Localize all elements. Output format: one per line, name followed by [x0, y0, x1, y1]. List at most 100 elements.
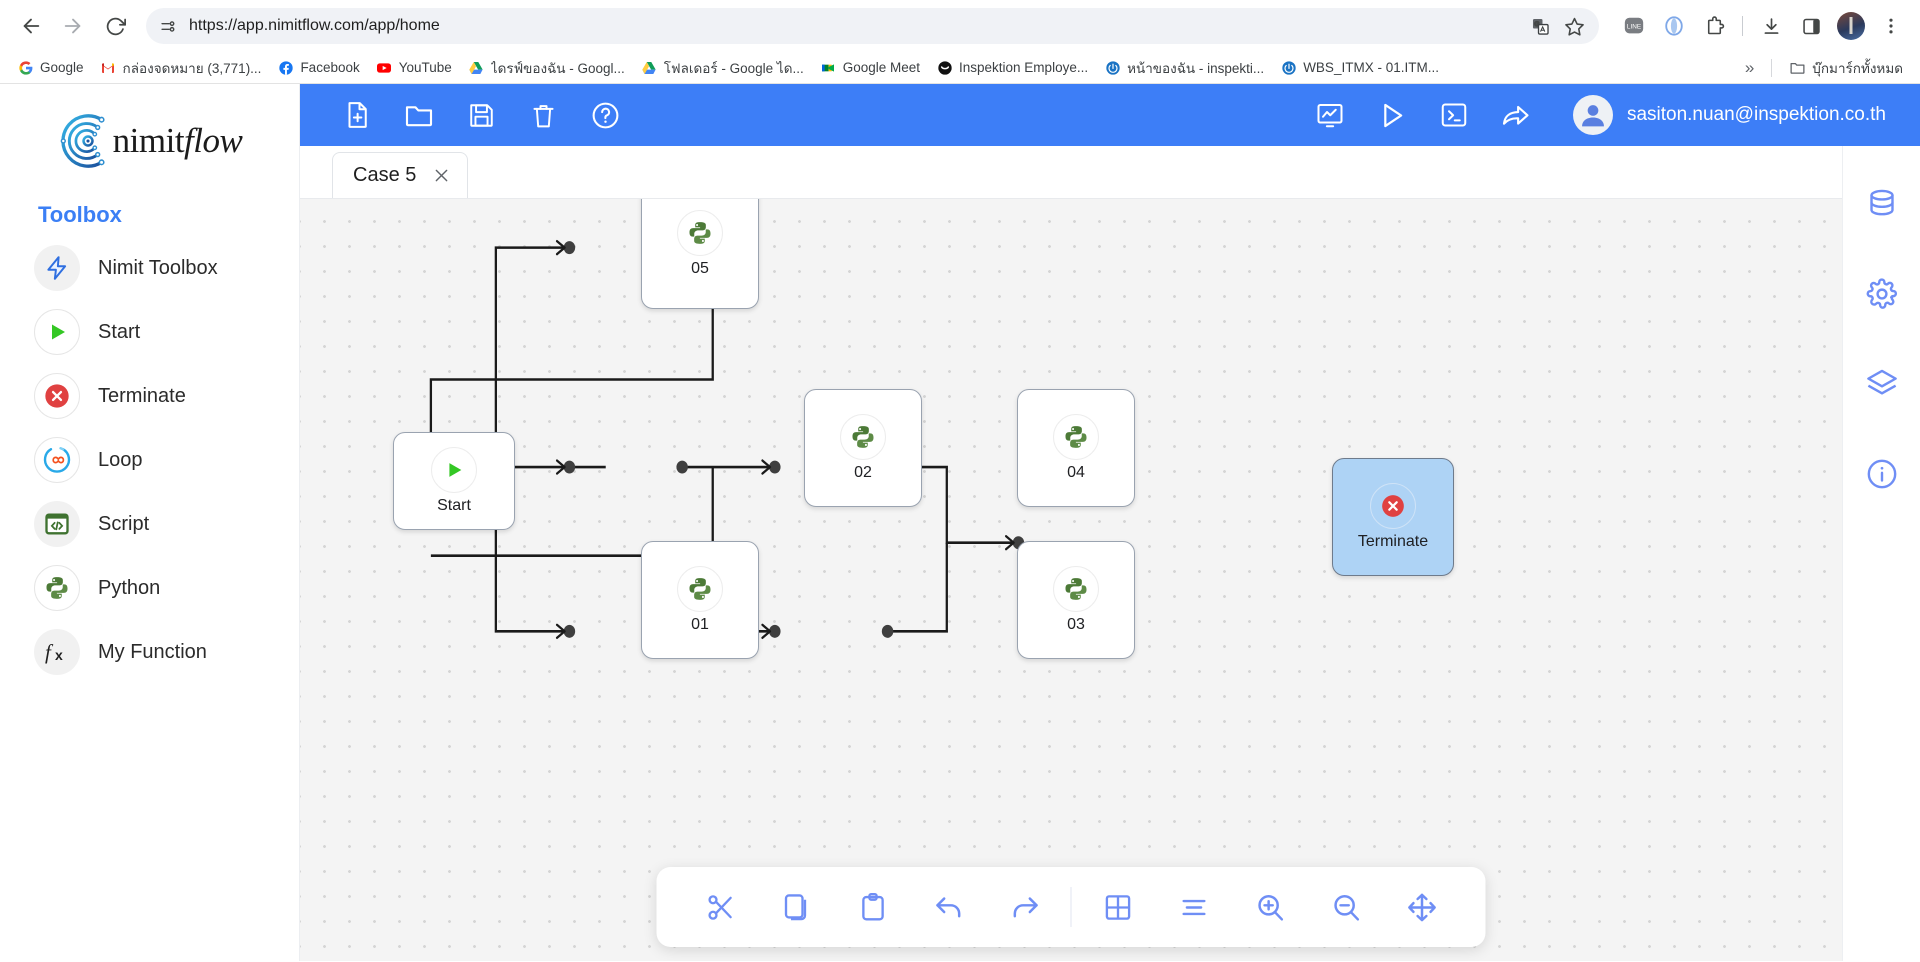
infinity-loop-icon	[34, 437, 80, 483]
bookmarks-overflow-button[interactable]: »	[1738, 54, 1761, 82]
python-logo-icon	[677, 566, 723, 612]
left-sidebar: nimitflow Toolbox Nimit Toolbox Start Te…	[0, 84, 300, 961]
settings-gear-icon[interactable]	[1860, 272, 1904, 316]
share-arrow-icon[interactable]	[1485, 84, 1547, 146]
database-icon[interactable]	[1860, 182, 1904, 226]
tab-case-5[interactable]: Case 5	[332, 152, 469, 198]
address-bar[interactable]: https://app.nimitflow.com/app/home G	[146, 8, 1599, 44]
kebab-menu-icon[interactable]	[1874, 9, 1908, 43]
sidebar-item-my-function[interactable]: fx My Function	[0, 620, 299, 684]
bookmark-item[interactable]: Facebook	[270, 55, 366, 80]
redo-arrow-icon[interactable]	[987, 869, 1063, 945]
svg-text:LINE: LINE	[1627, 23, 1641, 30]
back-arrow-icon[interactable]	[12, 7, 50, 45]
flow-node-label: 04	[1067, 464, 1085, 481]
sidebar-item-loop[interactable]: Loop	[0, 428, 299, 492]
logo-text-nimit: nimit	[112, 121, 185, 160]
python-logo-icon	[1053, 566, 1099, 612]
tab-label: Case 5	[353, 164, 417, 186]
user-email: sasiton.nuan@inspektion.co.th	[1626, 104, 1886, 125]
bookmark-item[interactable]: กล่องจดหมาย (3,771)...	[93, 53, 269, 83]
flow-node-label: 05	[691, 260, 709, 277]
logo-text: nimitflow	[113, 121, 243, 161]
flow-node-label: Terminate	[1357, 533, 1429, 550]
grid-layout-icon[interactable]	[1080, 869, 1156, 945]
run-play-icon[interactable]	[1361, 84, 1423, 146]
app-logo[interactable]: nimitflow	[0, 96, 299, 198]
align-lines-icon[interactable]	[1156, 869, 1232, 945]
svg-text:x: x	[55, 647, 63, 663]
drive-icon	[641, 59, 658, 76]
flow-node-start[interactable]: Start	[393, 432, 515, 530]
monitor-chart-icon[interactable]	[1299, 84, 1361, 146]
bookmark-label: YouTube	[398, 60, 452, 75]
bookmarks-divider	[1771, 58, 1773, 77]
sidebar-item-python[interactable]: Python	[0, 556, 299, 620]
open-folder-icon[interactable]	[388, 84, 450, 146]
logo-text-flow: flow	[184, 121, 243, 160]
bookmark-label: ไดรฟ์ของฉัน - Googl...	[490, 60, 625, 76]
flow-node-02[interactable]: 02	[804, 389, 922, 507]
sidebar-item-start[interactable]: Start	[0, 300, 299, 364]
python-logo-icon	[1053, 414, 1099, 460]
bookmark-label: Inspektion Employe...	[959, 60, 1089, 75]
play-triangle-icon	[431, 447, 477, 493]
forward-arrow-icon[interactable]	[54, 7, 92, 45]
reload-icon[interactable]	[96, 7, 134, 45]
profile-avatar[interactable]	[1834, 9, 1868, 43]
layers-icon[interactable]	[1860, 362, 1904, 406]
translate-icon[interactable]: G	[1531, 17, 1550, 36]
terminal-console-icon[interactable]	[1423, 84, 1485, 146]
paste-clipboard-icon[interactable]	[835, 869, 911, 945]
site-info-icon[interactable]	[160, 18, 177, 35]
undo-arrow-icon[interactable]	[911, 869, 987, 945]
zoom-in-icon[interactable]	[1232, 869, 1308, 945]
all-bookmarks-label: บุ๊กมาร์กทั้งหมด	[1812, 60, 1903, 76]
info-circle-icon[interactable]	[1860, 452, 1904, 496]
fx-function-icon: fx	[34, 629, 80, 675]
extensions-puzzle-icon[interactable]	[1697, 9, 1731, 43]
bookmark-item[interactable]: Google	[10, 55, 91, 80]
flow-node-label: 01	[691, 616, 709, 633]
all-bookmarks-button[interactable]: บุ๊กมาร์กทั้งหมด	[1782, 53, 1910, 83]
cut-scissors-icon[interactable]	[683, 869, 759, 945]
browser-nav-bar: https://app.nimitflow.com/app/home G LIN…	[0, 0, 1920, 52]
workspace: Case 5 Start 05 02 04 01 03 Terminate	[300, 146, 1920, 961]
flow-node-03[interactable]: 03	[1017, 541, 1135, 659]
browser-action-icons: LINE	[1611, 9, 1908, 43]
save-disk-icon[interactable]	[450, 84, 512, 146]
new-file-icon[interactable]	[326, 84, 388, 146]
bookmark-item[interactable]: Inspektion Employe...	[929, 55, 1095, 80]
bookmark-label: Facebook	[300, 60, 360, 75]
main-area: sasiton.nuan@inspektion.co.th Case 5 Sta…	[300, 84, 1920, 961]
delete-trash-icon[interactable]	[512, 84, 574, 146]
sidebar-item-script[interactable]: Script	[0, 492, 299, 556]
sidebar-item-nimit-toolbox[interactable]: Nimit Toolbox	[0, 236, 299, 300]
flow-node-label: Start	[437, 497, 471, 514]
flow-node-04[interactable]: 04	[1017, 389, 1135, 507]
bookmark-item[interactable]: YouTube	[369, 55, 459, 80]
download-icon[interactable]	[1754, 9, 1788, 43]
flow-node-05[interactable]: 05	[641, 199, 759, 309]
toolbar-divider	[1742, 16, 1743, 36]
help-question-icon[interactable]	[574, 84, 636, 146]
line-extension-icon[interactable]: LINE	[1617, 9, 1651, 43]
flow-node-01[interactable]: 01	[641, 541, 759, 659]
user-account[interactable]: sasiton.nuan@inspektion.co.th	[1547, 95, 1894, 135]
itmx-icon	[1104, 59, 1121, 76]
copy-icon[interactable]	[759, 869, 835, 945]
flow-node-terminate[interactable]: Terminate	[1332, 458, 1454, 576]
close-icon[interactable]	[432, 166, 451, 185]
bookmark-item[interactable]: หน้าของฉัน - inspekti...	[1097, 53, 1271, 83]
bookmark-star-icon[interactable]	[1564, 16, 1585, 37]
pan-move-icon[interactable]	[1384, 869, 1460, 945]
opera-extension-icon[interactable]	[1657, 9, 1691, 43]
bookmark-item[interactable]: Google Meet	[813, 55, 927, 80]
zoom-out-icon[interactable]	[1308, 869, 1384, 945]
side-panel-icon[interactable]	[1794, 9, 1828, 43]
sidebar-item-terminate[interactable]: Terminate	[0, 364, 299, 428]
bookmark-item[interactable]: โฟลเดอร์ - Google ได...	[634, 53, 811, 83]
flow-canvas[interactable]: Start 05 02 04 01 03 Terminate	[300, 198, 1842, 961]
bookmark-item[interactable]: WBS_ITMX - 01.ITM...	[1273, 55, 1446, 80]
bookmark-item[interactable]: ไดรฟ์ของฉัน - Googl...	[461, 53, 632, 83]
